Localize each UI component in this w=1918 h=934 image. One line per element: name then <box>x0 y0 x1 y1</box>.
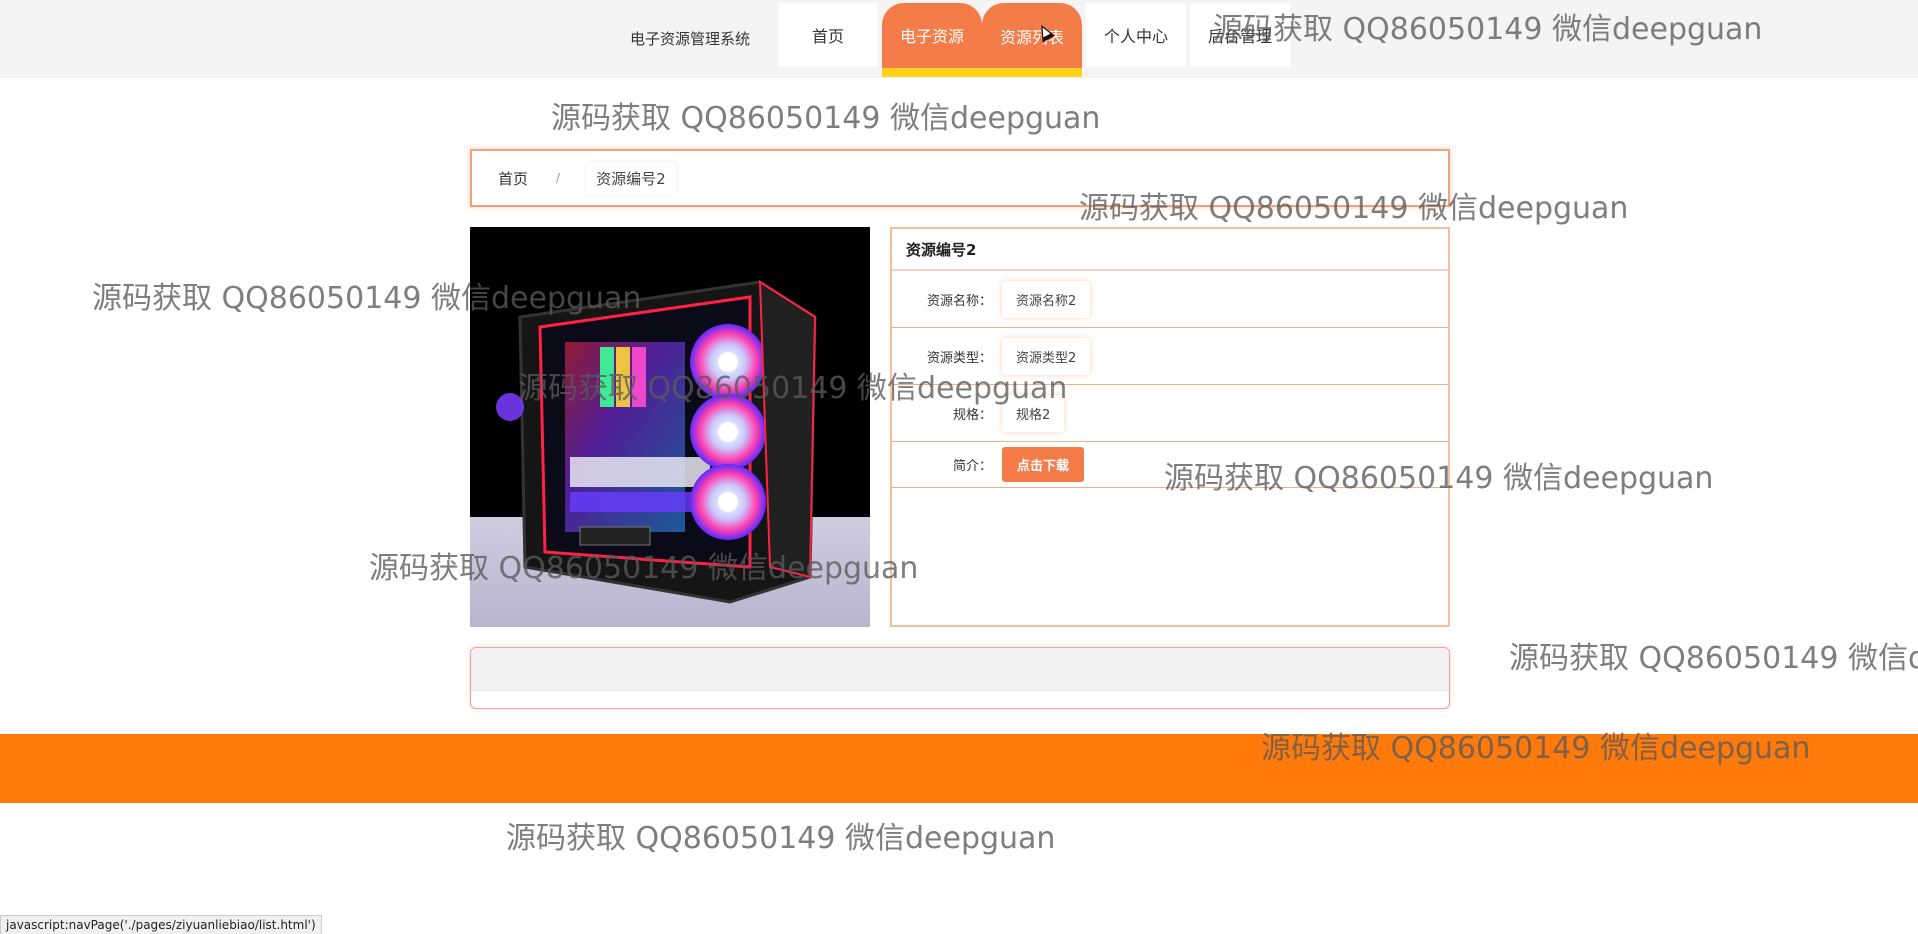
watermark-text: 源码获取 QQ86050149 微信deepguan <box>551 101 1101 136</box>
nav-admin[interactable]: 后台管理 <box>1190 3 1290 67</box>
top-navigation-bar: 电子资源管理系统 首页 电子资源 资源列表 个人中心 后台管理 <box>0 0 1918 78</box>
detail-label: 资源名称： <box>926 293 992 309</box>
detail-label: 规格： <box>952 407 992 423</box>
breadcrumb-current: 资源编号2 <box>586 161 676 195</box>
nav-electronic-resources[interactable]: 电子资源 <box>882 3 982 77</box>
detail-row-type: 资源类型： 资源类型2 <box>892 328 1448 385</box>
download-button[interactable]: 点击下载 <box>1002 447 1085 482</box>
resource-detail-panel: 资源编号2 资源名称： 资源名称2 资源类型： 资源类型2 规格： 规格2 简介… <box>890 227 1450 627</box>
resource-image <box>470 227 870 627</box>
status-bar-url: javascript:navPage('./pages/ziyuanliebia… <box>0 915 322 934</box>
detail-value: 资源名称2 <box>1002 280 1091 318</box>
detail-label: 资源类型： <box>926 350 992 366</box>
breadcrumb-home-link[interactable]: 首页 <box>498 168 528 189</box>
breadcrumb-separator: / <box>556 171 561 185</box>
nav-resource-list[interactable]: 资源列表 <box>982 3 1082 77</box>
detail-row-name: 资源名称： 资源名称2 <box>892 271 1448 328</box>
pc-case-illustration <box>470 227 870 627</box>
nav-home[interactable]: 首页 <box>778 3 878 67</box>
detail-value: 规格2 <box>1002 394 1065 432</box>
nav-personal-center[interactable]: 个人中心 <box>1086 3 1186 67</box>
site-title: 电子资源管理系统 <box>630 30 751 48</box>
watermark-text: 源码获取 QQ86050149 微信deepguan <box>506 821 1056 856</box>
content-panel-header <box>471 648 1449 691</box>
detail-row-intro: 简介： 点击下载 <box>892 442 1448 488</box>
content-panel <box>470 647 1450 709</box>
detail-value: 资源类型2 <box>1002 337 1091 375</box>
breadcrumb: 首页 / 资源编号2 <box>470 149 1450 207</box>
detail-label: 简介： <box>952 459 992 474</box>
detail-title: 资源编号2 <box>892 229 1448 271</box>
watermark-text: 源码获取 QQ86050149 微信deepguan <box>1509 641 1918 676</box>
footer-bar <box>0 734 1918 803</box>
detail-row-spec: 规格： 规格2 <box>892 385 1448 442</box>
